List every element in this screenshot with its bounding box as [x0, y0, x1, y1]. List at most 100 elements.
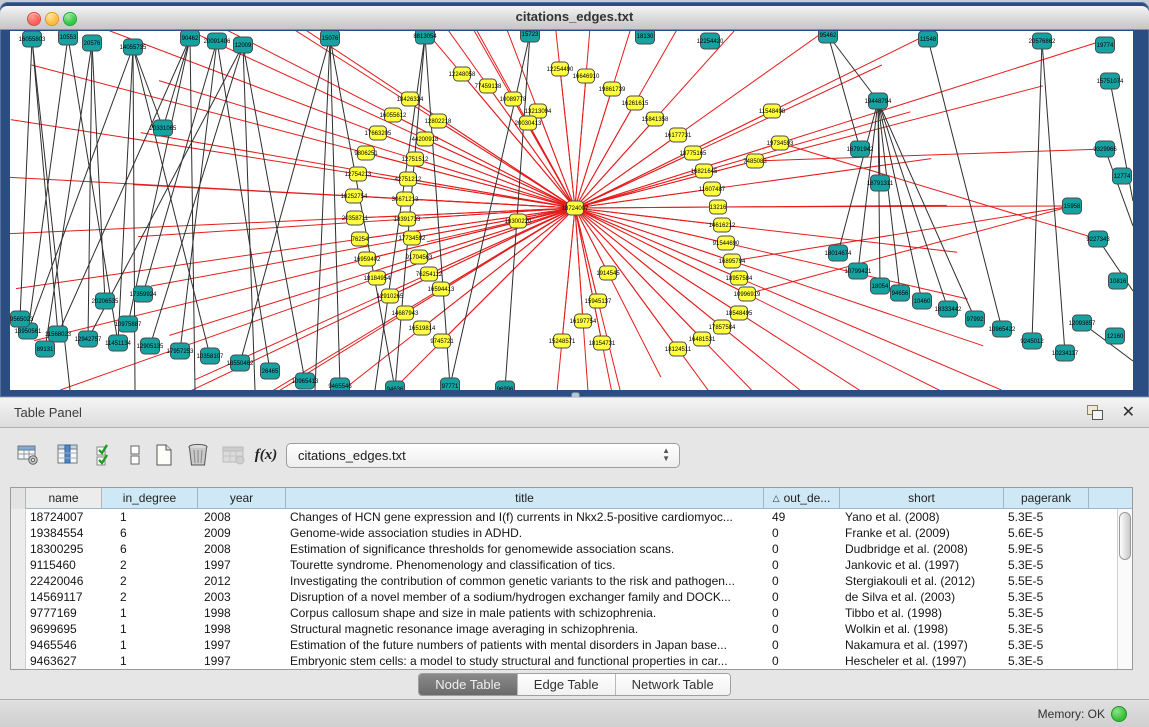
table-cell-short[interactable]: Franke et al. (2009) [840, 526, 1004, 540]
graph-edge[interactable] [928, 39, 1002, 329]
table-cell-in_degree[interactable]: 2 [102, 590, 198, 604]
table-cell-short[interactable]: Wolkin et al. (1998) [840, 622, 1004, 636]
scrollbar-thumb[interactable] [1119, 512, 1131, 560]
table-cell-out_degree[interactable]: 0 [764, 654, 840, 668]
graph-edge[interactable] [575, 31, 843, 208]
table-cell-pagerank[interactable]: 5.3E-5 [1004, 654, 1089, 668]
table-cell-out_degree[interactable]: 0 [764, 606, 840, 620]
graph-edge[interactable] [1032, 41, 1042, 341]
graph-edge[interactable] [243, 45, 255, 390]
graph-edge[interactable] [133, 47, 135, 390]
graph-edge[interactable] [88, 43, 92, 339]
table-row[interactable]: 1938455462009Genome-wide association stu… [11, 525, 1118, 541]
table-cell-out_degree[interactable]: 0 [764, 574, 840, 588]
table-cell-year[interactable]: 1997 [198, 654, 286, 668]
table-cell-in_degree[interactable]: 1 [102, 638, 198, 652]
graph-edge[interactable] [330, 38, 340, 386]
graph-edge[interactable] [133, 47, 163, 128]
graph-edge[interactable] [442, 208, 575, 341]
table-cell-name[interactable]: 9115460 [26, 558, 102, 572]
tab-edge-table[interactable]: Edge Table [518, 674, 616, 695]
table-cell-title[interactable]: Embryonic stem cells: a model to study s… [286, 654, 764, 668]
table-cell-title[interactable]: Structural magnetic resonance image aver… [286, 622, 764, 636]
column-header-pagerank[interactable]: pagerank [1004, 488, 1089, 509]
window-title-bar[interactable]: citations_edges.txt [0, 6, 1149, 30]
row-header[interactable] [11, 573, 26, 589]
table-cell-name[interactable]: 18724007 [26, 510, 102, 524]
table-cell-year[interactable]: 2003 [198, 590, 286, 604]
graph-edge[interactable] [828, 35, 860, 149]
citation-network-graph[interactable]: 1872400716055803105532057614055735904622… [10, 31, 1133, 390]
table-cell-pagerank[interactable]: 5.3E-5 [1004, 638, 1089, 652]
table-cell-name[interactable]: 14569117 [26, 590, 102, 604]
table-cell-year[interactable]: 1997 [198, 638, 286, 652]
row-header[interactable] [11, 653, 26, 669]
table-cell-title[interactable]: Disruption of a novel member of a sodium… [286, 590, 764, 604]
column-header-title[interactable]: title [286, 488, 764, 509]
graph-edge[interactable] [217, 41, 270, 371]
table-cell-year[interactable]: 2009 [198, 526, 286, 540]
table-cell-name[interactable]: 22420046 [26, 574, 102, 588]
table-options-icon[interactable] [14, 441, 42, 469]
vertical-scrollbar[interactable] [1117, 509, 1132, 670]
table-cell-out_degree[interactable]: 49 [764, 510, 840, 524]
table-cell-title[interactable]: Investigating the contribution of common… [286, 574, 764, 588]
graph-edge[interactable] [28, 47, 133, 331]
table-cell-year[interactable]: 1998 [198, 606, 286, 620]
table-cell-year[interactable]: 1997 [198, 558, 286, 572]
table-cell-in_degree[interactable]: 2 [102, 574, 198, 588]
column-header-in_degree[interactable]: in_degree [102, 488, 198, 509]
table-cell-out_degree[interactable]: 0 [764, 622, 840, 636]
table-cell-in_degree[interactable]: 1 [102, 510, 198, 524]
table-cell-short[interactable]: Yano et al. (2008) [840, 510, 1004, 524]
select-all-icon[interactable] [92, 441, 120, 469]
table-cell-name[interactable]: 9777169 [26, 606, 102, 620]
graph-edge[interactable] [180, 41, 217, 351]
table-cell-title[interactable]: Estimation of significance thresholds fo… [286, 542, 764, 556]
table-cell-out_degree[interactable]: 0 [764, 638, 840, 652]
graph-edge[interactable] [1042, 41, 1065, 353]
graph-edge[interactable] [732, 206, 1072, 261]
graph-edge[interactable] [315, 38, 330, 390]
graph-edge[interactable] [828, 35, 878, 101]
table-cell-name[interactable]: 9465546 [26, 638, 102, 652]
graph-edge[interactable] [94, 208, 575, 390]
table-cell-name[interactable]: 18300295 [26, 542, 102, 556]
table-row[interactable]: 1830029562008Estimation of significance … [11, 541, 1118, 557]
table-cell-year[interactable]: 2008 [198, 542, 286, 556]
table-cell-out_degree[interactable]: 0 [764, 542, 840, 556]
table-cell-year[interactable]: 2008 [198, 510, 286, 524]
graph-edge[interactable] [575, 31, 783, 208]
graph-edge[interactable] [429, 208, 575, 274]
show-columns-icon[interactable] [54, 441, 82, 469]
graph-edge[interactable] [438, 121, 575, 208]
column-header-out_degree[interactable]: △out_de... [764, 488, 840, 509]
table-cell-in_degree[interactable]: 6 [102, 526, 198, 540]
graph-edge[interactable] [878, 101, 900, 293]
tab-network-table[interactable]: Network Table [616, 674, 730, 695]
graph-edge[interactable] [575, 135, 678, 208]
table-cell-pagerank[interactable]: 5.3E-5 [1004, 590, 1089, 604]
table-cell-short[interactable]: Tibbo et al. (1998) [840, 606, 1004, 620]
graph-edge[interactable] [575, 161, 755, 208]
row-header[interactable] [11, 525, 26, 541]
row-header[interactable] [11, 605, 26, 621]
table-cell-title[interactable]: Tourette syndrome. Phenomenology and cla… [286, 558, 764, 572]
table-cell-out_degree[interactable]: 0 [764, 590, 840, 604]
table-cell-in_degree[interactable]: 6 [102, 542, 198, 556]
table-network-selector[interactable]: citations_edges.txt ▲▼ [286, 443, 680, 468]
graph-edge[interactable] [243, 45, 305, 381]
table-row[interactable]: 946554611997Estimation of the future num… [11, 637, 1118, 653]
graph-edge[interactable] [92, 43, 105, 301]
table-cell-pagerank[interactable]: 5.5E-5 [1004, 574, 1089, 588]
table-cell-short[interactable]: Nakamura et al. (1997) [840, 638, 1004, 652]
table-row[interactable]: 2242004622012Investigating the contribut… [11, 573, 1118, 589]
graph-edge[interactable] [878, 101, 922, 301]
table-row[interactable]: 911546021997Tourette syndrome. Phenomeno… [11, 557, 1118, 573]
row-header[interactable] [11, 541, 26, 557]
column-header-year[interactable]: year [198, 488, 286, 509]
table-cell-pagerank[interactable]: 5.3E-5 [1004, 606, 1089, 620]
table-cell-in_degree[interactable]: 2 [102, 558, 198, 572]
row-header[interactable] [11, 637, 26, 653]
table-row[interactable]: 1456911722003Disruption of a novel membe… [11, 589, 1118, 605]
